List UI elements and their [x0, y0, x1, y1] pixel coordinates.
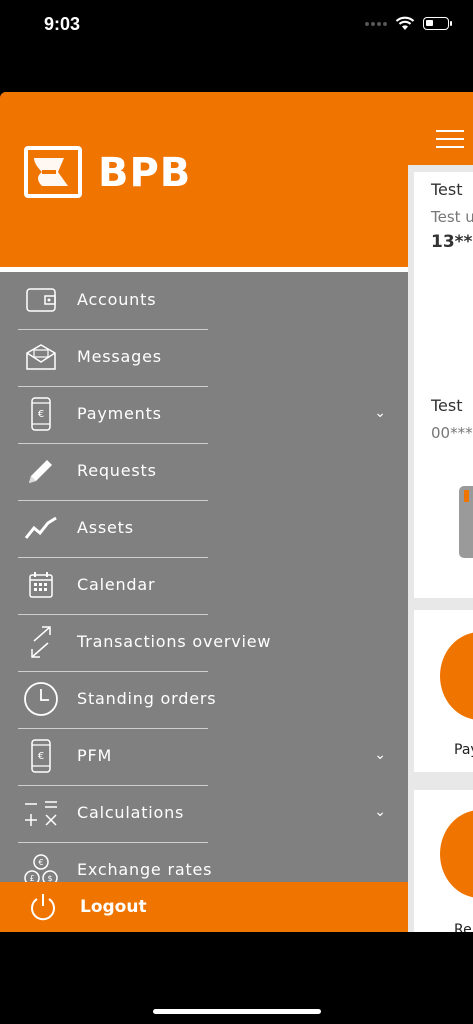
menu-item-accounts[interactable]: Accounts: [0, 273, 408, 330]
menu-item-standing-orders[interactable]: Standing orders: [0, 672, 408, 729]
payments-shortcut-icon: [440, 632, 473, 720]
svg-text:€: €: [38, 751, 44, 762]
home-indicator[interactable]: [153, 1009, 321, 1014]
menu-item-requests[interactable]: Requests: [0, 444, 408, 501]
shortcut-label: Pay: [454, 742, 473, 758]
power-icon: [31, 894, 55, 921]
menu-item-label: Standing orders: [77, 689, 217, 708]
brand-name: BPB: [98, 150, 192, 196]
wifi-icon: [395, 16, 415, 30]
requests-shortcut[interactable]: Re: [414, 790, 473, 932]
card-subtitle: Test u: [431, 208, 473, 226]
main-content: Test Test u 13*** Test 00*** Pay Re: [408, 92, 473, 932]
arrows-diagonal-icon: [22, 623, 60, 661]
svg-text:€: €: [38, 409, 44, 420]
card-title: Test: [431, 396, 463, 415]
menu-item-payments[interactable]: € Payments ⌄: [0, 387, 408, 444]
menu-item-label: Requests: [77, 461, 157, 480]
menu-item-label: Payments: [77, 404, 162, 423]
card-subtitle: 00***: [431, 424, 473, 442]
menu-item-label: PFM: [77, 746, 113, 765]
menu-item-calendar[interactable]: Calendar: [0, 558, 408, 615]
chevron-down-icon[interactable]: ⌄: [374, 405, 386, 421]
cellular-signal-icon: [365, 21, 387, 26]
menu-item-label: Calculations: [77, 803, 185, 822]
menu-item-calculations[interactable]: Calculations ⌄: [0, 786, 408, 843]
phone-euro-icon: €: [22, 395, 60, 433]
trend-line-icon: [22, 509, 60, 547]
phone-euro-icon: €: [22, 737, 60, 775]
content-header: [408, 92, 473, 165]
bpb-logo-icon: [24, 146, 82, 198]
clock-icon: [22, 680, 60, 718]
menu-item-label: Messages: [77, 347, 162, 366]
card-number: 13***: [431, 232, 473, 252]
status-bar: 9:03: [0, 0, 473, 50]
card-title: Test: [431, 180, 463, 199]
menu-item-messages[interactable]: Messages: [0, 330, 408, 387]
card-account-card[interactable]: Test 00***: [414, 388, 473, 598]
logout-button[interactable]: Logout: [0, 882, 408, 932]
hamburger-menu-icon[interactable]: [436, 130, 464, 154]
chevron-down-icon[interactable]: ⌄: [374, 747, 386, 763]
payments-shortcut[interactable]: Pay: [414, 610, 473, 772]
shortcut-label: Re: [454, 922, 472, 932]
payment-card-icon: [459, 486, 473, 558]
svg-text:€: €: [38, 858, 43, 867]
status-time: 9:03: [44, 14, 81, 34]
menu-item-label: Transactions overview: [77, 632, 272, 651]
menu-item-label: Exchange rates: [77, 860, 213, 879]
requests-shortcut-icon: [440, 810, 473, 898]
menu-item-label: Accounts: [77, 290, 157, 309]
drawer-header: BPB: [0, 92, 408, 267]
menu-item-assets[interactable]: Assets: [0, 501, 408, 558]
calculator-signs-icon: [22, 794, 60, 832]
menu-item-label: Calendar: [77, 575, 156, 594]
wallet-icon: [22, 281, 60, 319]
mail-icon: [22, 338, 60, 376]
menu-item-transactions-overview[interactable]: Transactions overview: [0, 615, 408, 672]
battery-icon: [423, 17, 452, 30]
menu-item-pfm[interactable]: € PFM ⌄: [0, 729, 408, 786]
logout-label: Logout: [80, 897, 147, 917]
calendar-icon: [22, 566, 60, 604]
header-divider: [0, 267, 408, 272]
status-icons: [365, 16, 452, 31]
pencil-icon: [22, 452, 60, 490]
navigation-drawer: BPB Accounts Messages € Payments ⌄ Reque…: [0, 92, 408, 932]
menu-item-label: Assets: [77, 518, 134, 537]
chevron-down-icon[interactable]: ⌄: [374, 804, 386, 820]
